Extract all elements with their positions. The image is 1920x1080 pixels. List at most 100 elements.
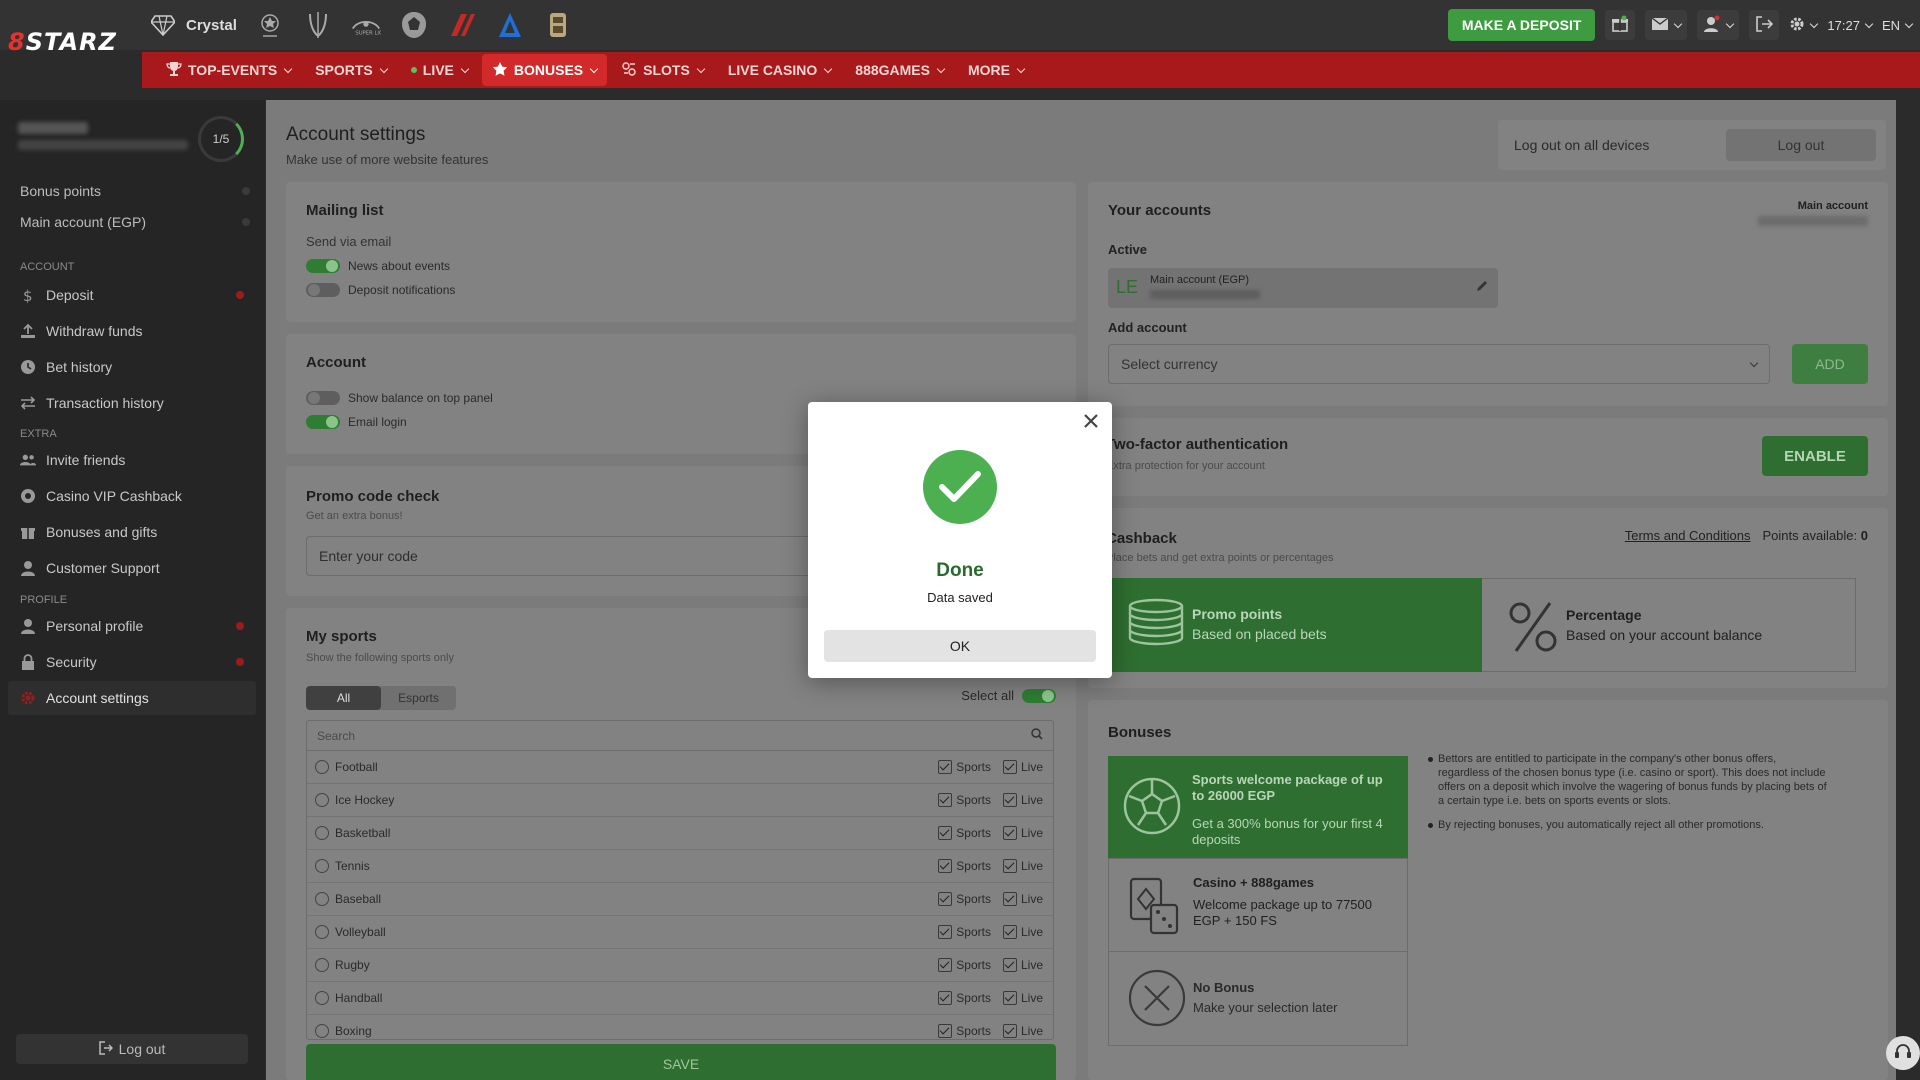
bonus-sports-tile[interactable]: Sports welcome package of up to 26000 EG…	[1108, 756, 1408, 858]
gear-icon	[1789, 16, 1805, 35]
sidebar-item-invite[interactable]: Invite friends	[8, 443, 256, 477]
toggle-row-email-login[interactable]: Email login	[306, 415, 407, 429]
toggle-row-deposit-notifications[interactable]: Deposit notifications	[306, 283, 455, 297]
live-checkbox[interactable]: Live	[1002, 859, 1043, 873]
sidebar-item-bet-history[interactable]: Bet history	[8, 350, 256, 384]
tab-esports[interactable]: Esports	[381, 686, 456, 710]
chevron-down-icon	[1904, 19, 1914, 28]
nav-888games[interactable]: 888GAMES	[845, 54, 954, 86]
add-account-button[interactable]: ADD	[1792, 344, 1868, 384]
support-chat-button[interactable]	[1886, 1036, 1920, 1070]
close-icon[interactable]	[1080, 410, 1102, 432]
sports-checkbox[interactable]: Sports	[938, 892, 991, 906]
select-all-toggle[interactable]	[1022, 688, 1056, 703]
news-toggle[interactable]	[306, 259, 340, 273]
sidebar-item-bonuses-gifts[interactable]: Bonuses and gifts	[8, 515, 256, 549]
nav-bonuses[interactable]: BONUSES	[481, 54, 608, 86]
time-selector[interactable]: 17:27	[1827, 18, 1874, 33]
clock-icon	[20, 359, 36, 375]
live-indicator-icon	[410, 67, 417, 73]
logout-devices-card: Log out on all devices Log out	[1498, 120, 1886, 170]
sports-checkbox[interactable]: Sports	[938, 826, 991, 840]
lion-crest-icon[interactable]	[399, 10, 429, 40]
nav-live[interactable]: LIVE	[401, 54, 478, 86]
sidebar-item-security[interactable]: Security	[8, 645, 256, 679]
make-deposit-button[interactable]: MAKE A DEPOSIT	[1447, 9, 1596, 41]
tab-all[interactable]: All	[306, 686, 381, 710]
club-logo-icon[interactable]: SUPER LIGA	[351, 10, 381, 40]
live-checkbox[interactable]: Live	[1002, 892, 1043, 906]
logout-button[interactable]: Log out	[1726, 129, 1876, 161]
percentage-tile[interactable]: Percentage Based on your account balance	[1482, 578, 1856, 672]
main-account-id-blurred	[1758, 216, 1868, 226]
show-balance-toggle[interactable]	[306, 391, 340, 405]
partner-crystal[interactable]: Crystal	[148, 10, 237, 40]
messages-button[interactable]	[1645, 10, 1688, 40]
headset-icon	[1894, 1043, 1912, 1064]
sports-checkbox[interactable]: Sports	[938, 925, 991, 939]
edit-icon[interactable]	[1476, 280, 1488, 295]
terms-link[interactable]: Terms and Conditions	[1625, 528, 1751, 543]
nav-sports[interactable]: SPORTS	[305, 54, 397, 86]
shield-crest-icon[interactable]	[543, 10, 573, 40]
live-checkbox[interactable]: Live	[1002, 760, 1043, 774]
currency-select[interactable]: Select currency	[1108, 344, 1770, 384]
promo-points-tile[interactable]: Promo points Based on placed bets	[1108, 578, 1482, 672]
nav-top-events[interactable]: TOP-EVENTS	[156, 54, 301, 86]
email-login-toggle[interactable]	[306, 415, 340, 429]
transfer-icon	[20, 395, 36, 411]
bonus-none-tile[interactable]: No Bonus Make your selection later	[1108, 952, 1408, 1046]
sports-checkbox[interactable]: Sports	[938, 1024, 991, 1038]
gift-button[interactable]	[1605, 10, 1636, 40]
balance-main-account[interactable]: Main account (EGP)	[20, 211, 250, 233]
sidebar-logout-button[interactable]: Log out	[16, 1034, 248, 1064]
sidebar-item-transactions[interactable]: Transaction history	[8, 386, 256, 420]
profile-menu-button[interactable]	[1697, 10, 1740, 40]
trophy-icon	[166, 61, 182, 80]
toggle-row-show-balance[interactable]: Show balance on top panel	[306, 391, 493, 405]
sports-checkbox[interactable]: Sports	[938, 958, 991, 972]
enable-2fa-button[interactable]: ENABLE	[1762, 436, 1868, 476]
exit-button[interactable]	[1749, 10, 1780, 40]
bonus-casino-tile[interactable]: Casino + 888games Welcome package up to 7…	[1108, 858, 1408, 952]
live-checkbox[interactable]: Live	[1002, 958, 1043, 972]
europa-league-icon[interactable]	[303, 10, 333, 40]
sidebar-item-vip-cashback[interactable]: Casino VIP Cashback	[8, 479, 256, 513]
sports-checkbox[interactable]: Sports	[938, 793, 991, 807]
live-checkbox[interactable]: Live	[1002, 991, 1043, 1005]
champions-league-icon[interactable]	[255, 10, 285, 40]
live-checkbox[interactable]: Live	[1002, 925, 1043, 939]
balance-bonus-points[interactable]: Bonus points	[20, 180, 250, 202]
toggle-row-news[interactable]: News about events	[306, 259, 450, 273]
club-mark-icon[interactable]	[447, 10, 477, 40]
language-selector[interactable]: EN	[1882, 18, 1914, 33]
sports-search-input[interactable]: Search	[307, 721, 1053, 751]
sports-checkbox[interactable]: Sports	[938, 760, 991, 774]
active-account-box[interactable]: LE Main account (EGP)	[1108, 268, 1498, 308]
sidebar-item-personal-profile[interactable]: Personal profile	[8, 609, 256, 643]
select-all-control[interactable]: Select all	[961, 688, 1056, 703]
sports-checkbox[interactable]: Sports	[938, 991, 991, 1005]
deposit-notifications-toggle[interactable]	[306, 283, 340, 297]
sidebar-item-account-settings[interactable]: Account settings	[8, 681, 256, 715]
live-checkbox[interactable]: Live	[1002, 1024, 1043, 1038]
settings-menu[interactable]	[1789, 16, 1819, 35]
triangle-logo-icon[interactable]	[495, 10, 525, 40]
sidebar-item-support[interactable]: Customer Support	[8, 551, 256, 585]
table-row: Football Sports Live	[307, 751, 1053, 784]
nav-more[interactable]: MORE	[958, 54, 1034, 86]
nav-live-casino[interactable]: LIVE CASINO	[718, 54, 841, 86]
ok-button[interactable]: OK	[824, 630, 1096, 662]
live-checkbox[interactable]: Live	[1002, 793, 1043, 807]
brand-logo[interactable]: 8STARZ	[8, 28, 117, 56]
handball-icon	[315, 991, 329, 1005]
nav-slots[interactable]: SLOTS	[611, 54, 714, 86]
live-checkbox[interactable]: Live	[1002, 826, 1043, 840]
sidebar-item-withdraw[interactable]: Withdraw funds	[8, 314, 256, 348]
sidebar-item-deposit[interactable]: $ Deposit	[8, 278, 256, 312]
close-circle-icon	[1127, 968, 1187, 1031]
envelope-icon	[1651, 16, 1669, 34]
save-button[interactable]: SAVE	[306, 1044, 1056, 1080]
profile-progress[interactable]: 1/5	[198, 116, 244, 162]
sports-checkbox[interactable]: Sports	[938, 859, 991, 873]
